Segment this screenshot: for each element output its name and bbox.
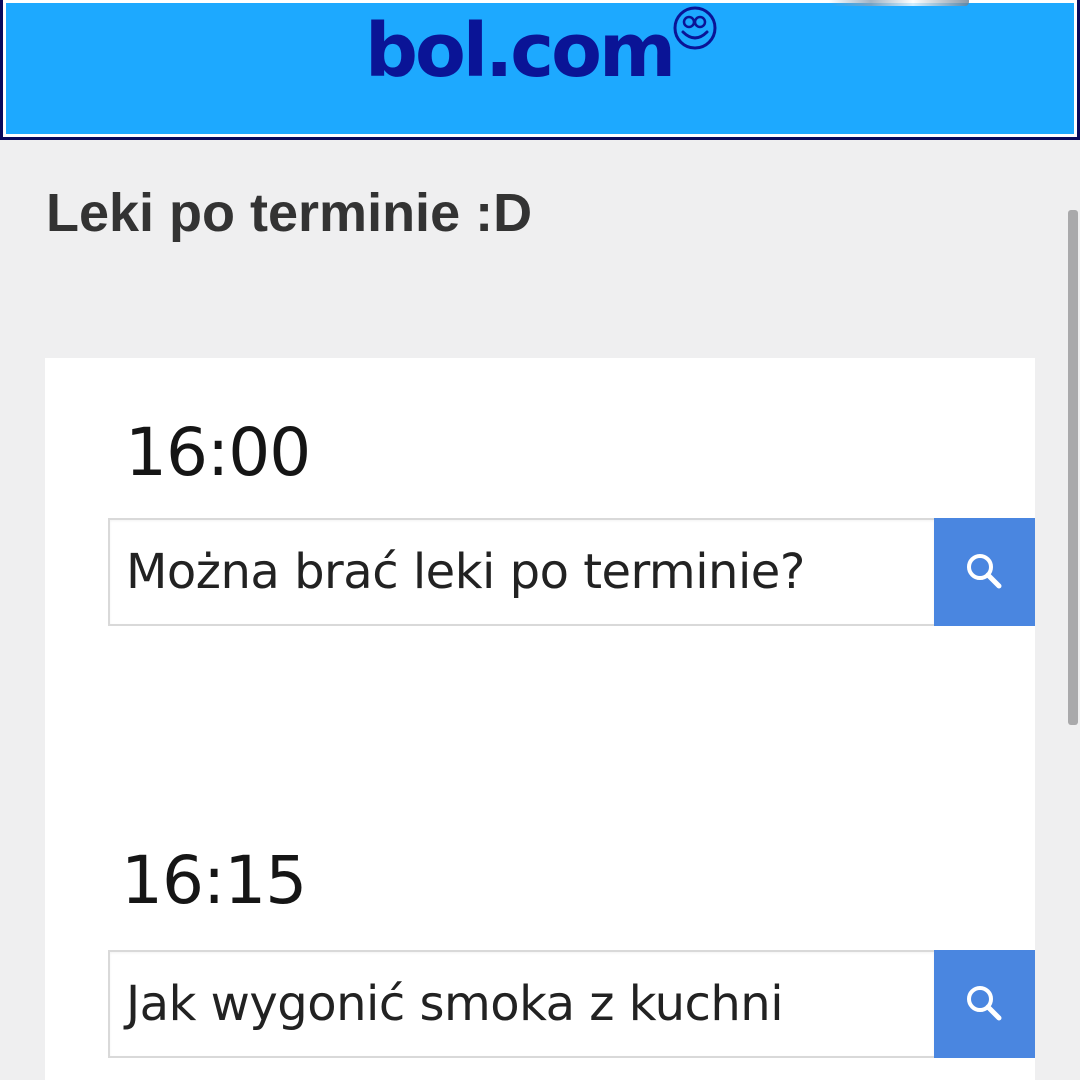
bolcom-logo: bol.com [365, 8, 676, 94]
search-input-2: Jak wygonić smoka z kuchni [108, 950, 934, 1058]
search-button-2 [934, 950, 1035, 1058]
search-bar-2: Jak wygonić smoka z kuchni [108, 950, 1035, 1058]
search-icon [966, 986, 1001, 1021]
search-query-1: Można brać leki po terminie? [126, 544, 805, 600]
entry-time-1: 16:00 [125, 414, 311, 491]
search-icon [966, 554, 1001, 589]
scrollbar-thumb[interactable] [1068, 210, 1078, 725]
banner-decoration [829, 0, 969, 6]
ad-banner[interactable]: bol.com [0, 0, 1080, 140]
search-input-1: Można brać leki po terminie? [108, 518, 934, 626]
search-bar-1: Można brać leki po terminie? [108, 518, 1035, 626]
page-scrollbar[interactable] [1066, 140, 1080, 1080]
search-query-2: Jak wygonić smoka z kuchni [126, 976, 784, 1032]
entry-time-2: 16:15 [121, 842, 307, 919]
meme-image: 16:00 Można brać leki po terminie? 16:15… [45, 358, 1035, 1080]
search-button-1 [934, 518, 1035, 626]
post-title: Leki po terminie :D [46, 183, 533, 243]
smile-icon [673, 6, 717, 50]
